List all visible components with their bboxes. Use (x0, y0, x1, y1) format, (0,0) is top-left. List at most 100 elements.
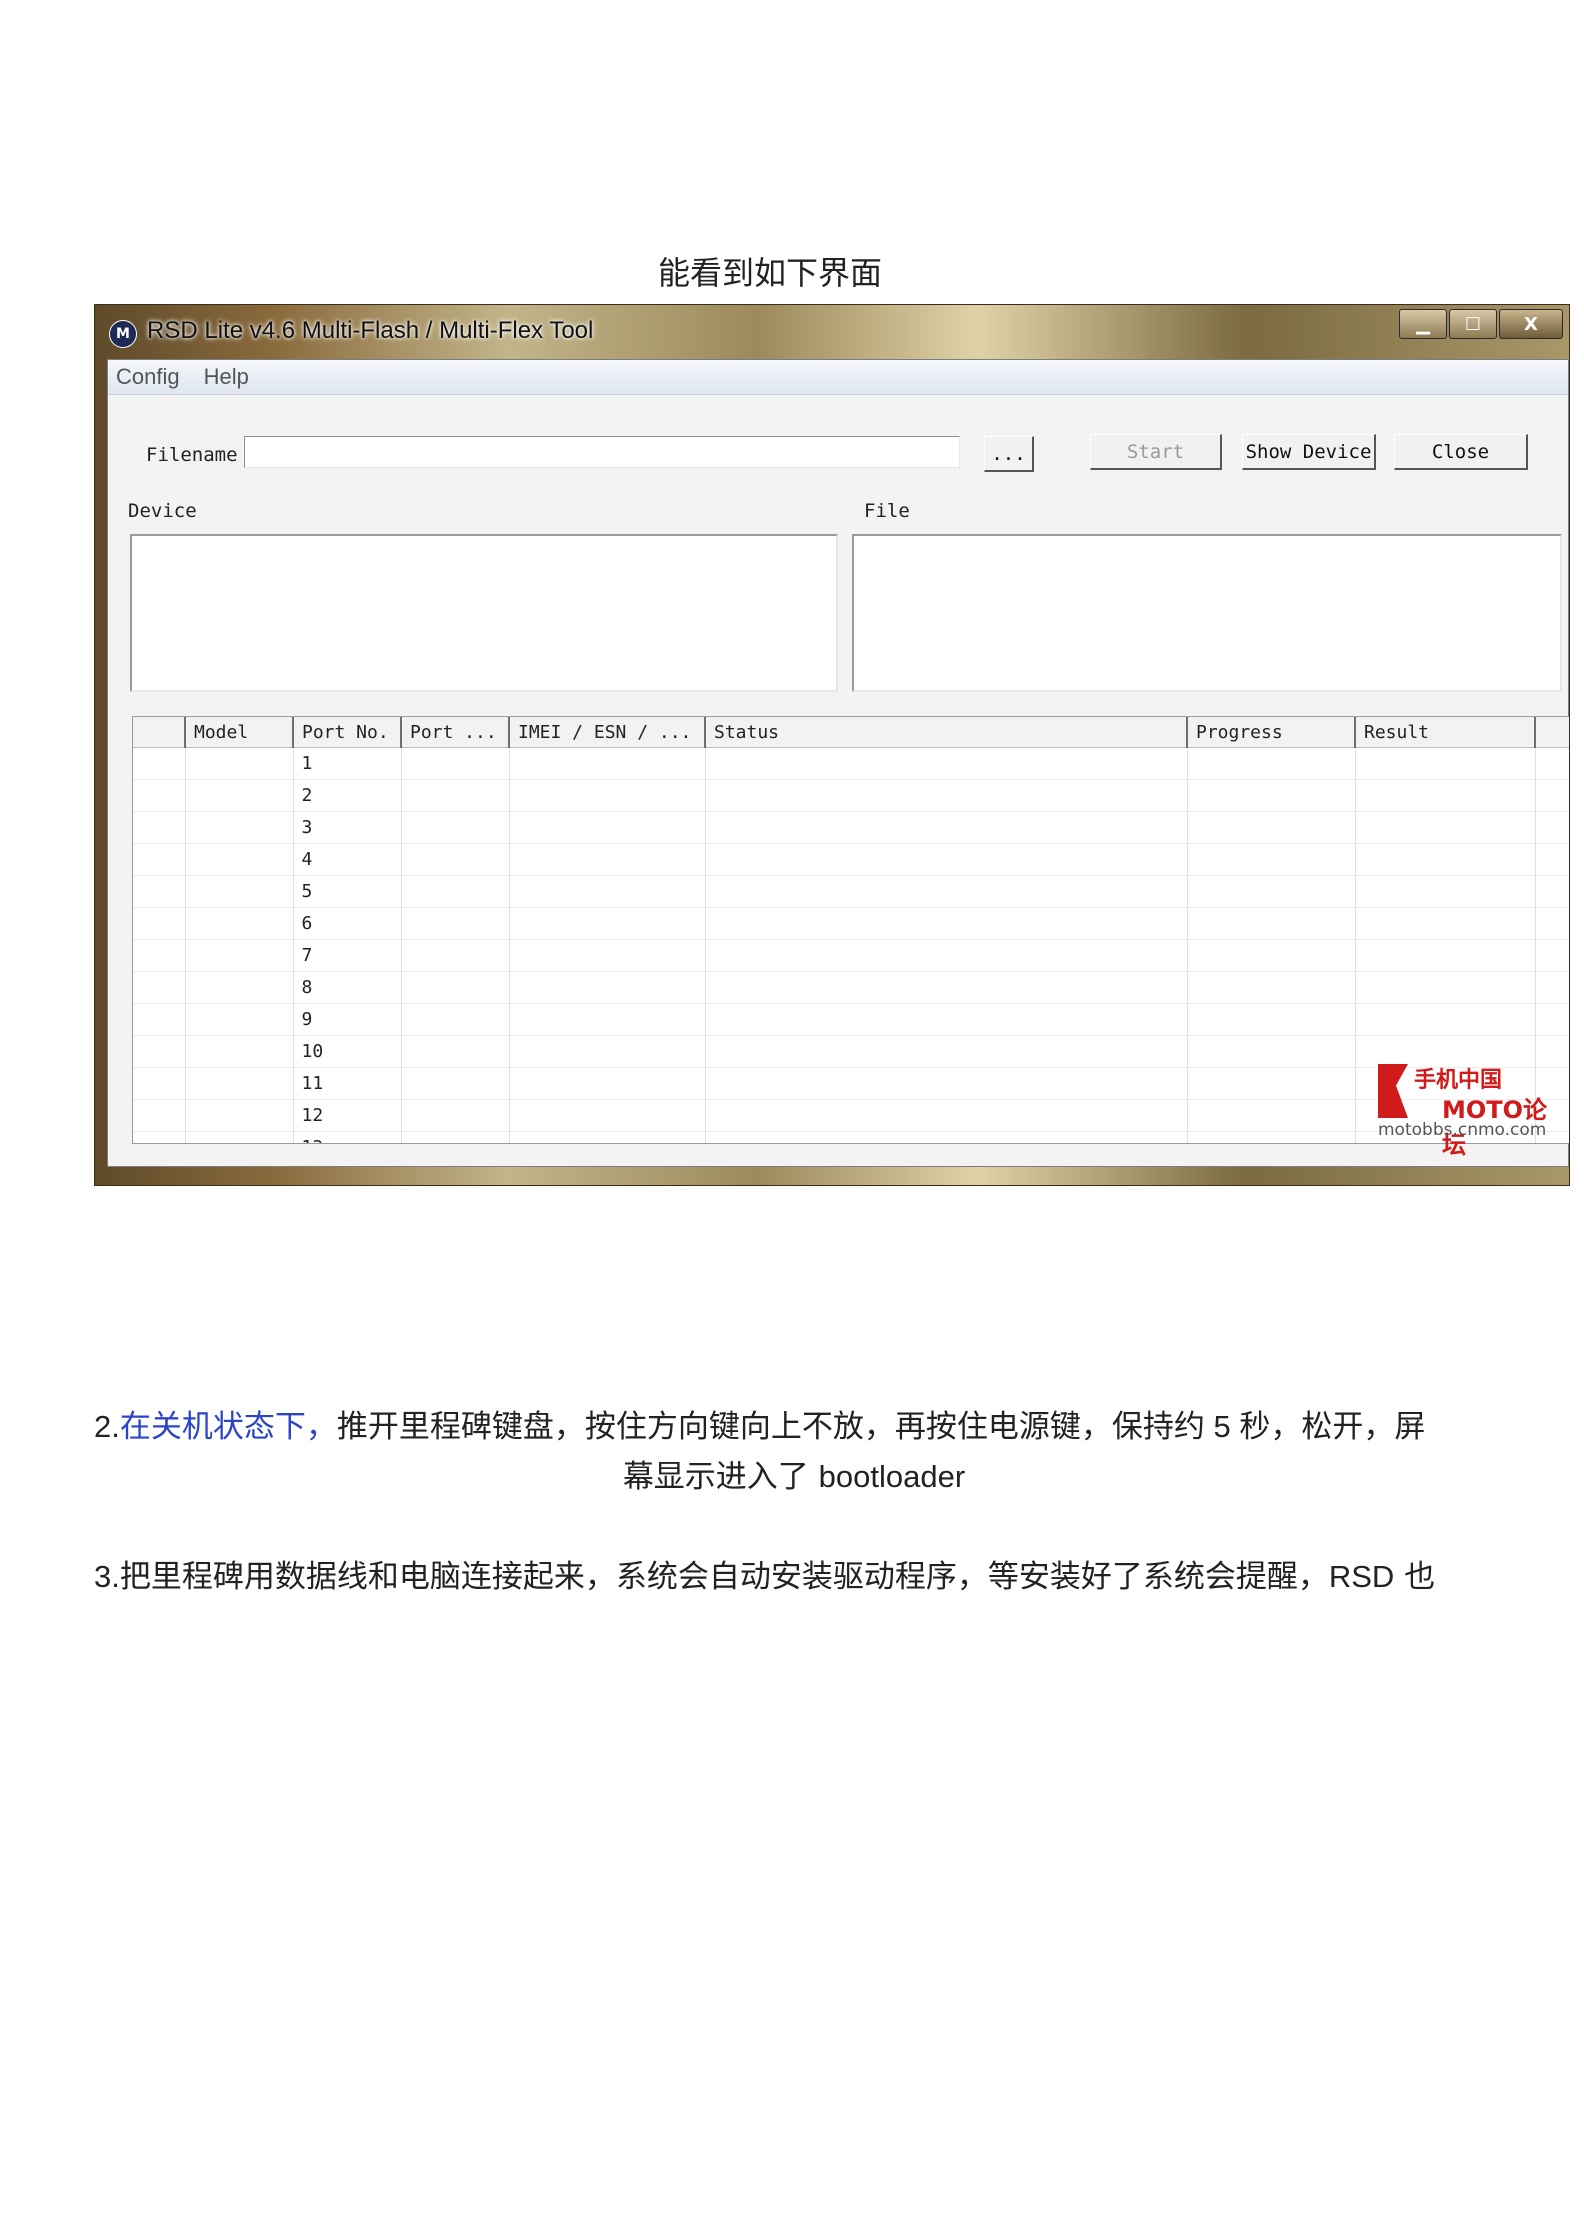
table-row[interactable]: 8 (133, 971, 1569, 1004)
rsd-lite-window-screenshot: M RSD Lite v4.6 Multi-Flash / Multi-Flex… (94, 304, 1570, 1186)
grid-cell (509, 1099, 706, 1132)
table-row[interactable]: 5 (133, 875, 1569, 908)
title-bar: M RSD Lite v4.6 Multi-Flash / Multi-Flex… (95, 305, 1569, 359)
table-row[interactable]: 2 (133, 779, 1569, 812)
grid-cell (705, 811, 1188, 844)
menu-config[interactable]: Config (116, 364, 180, 390)
grid-cell (509, 811, 706, 844)
grid-cell (185, 1003, 294, 1036)
grid-cell (1535, 971, 1569, 1004)
start-button[interactable]: Start (1090, 434, 1222, 470)
grid-cell (185, 747, 294, 780)
grid-cell (705, 747, 1188, 780)
grid-cell (133, 971, 186, 1004)
table-row[interactable]: 12 (133, 1099, 1569, 1132)
grid-cell (401, 1067, 510, 1100)
grid-cell (401, 747, 510, 780)
grid-cell (185, 1131, 294, 1143)
step-3-rsd: RSD (1328, 1559, 1395, 1594)
grid-cell (1187, 875, 1356, 908)
grid-cell (705, 1067, 1188, 1100)
file-panel[interactable] (852, 534, 1562, 692)
grid-cell (1187, 747, 1356, 780)
grid-cell (133, 1003, 186, 1036)
minimize-icon[interactable]: ▁ (1399, 309, 1447, 339)
port-number-cell: 10 (293, 1035, 402, 1068)
grid-cell (1187, 939, 1356, 972)
port-number-cell: 7 (293, 939, 402, 972)
filename-input[interactable] (244, 436, 960, 468)
menu-bar: Config Help (108, 360, 1568, 395)
table-row[interactable]: 11 (133, 1067, 1569, 1100)
grid-cell (509, 939, 706, 972)
device-label: Device (128, 500, 197, 522)
column-header-port-no[interactable]: Port No. (293, 717, 402, 748)
grid-cell (1535, 1003, 1569, 1036)
grid-cell (401, 1035, 510, 1068)
column-header[interactable] (133, 717, 186, 748)
close-button[interactable]: Close (1394, 434, 1528, 470)
table-row[interactable]: 3 (133, 811, 1569, 844)
column-header-result[interactable]: Result (1355, 717, 1536, 748)
grid-cell (133, 875, 186, 908)
cnmo-logo-icon (1378, 1064, 1408, 1118)
column-header-progress[interactable]: Progress (1187, 717, 1356, 748)
grid-cell (133, 779, 186, 812)
grid-cell (133, 939, 186, 972)
grid-cell (401, 875, 510, 908)
window-controls: ▁ ☐ X (1397, 309, 1563, 339)
table-row[interactable]: 10 (133, 1035, 1569, 1068)
grid-cell (185, 939, 294, 972)
port-number-cell: 13 (293, 1131, 402, 1143)
menu-help[interactable]: Help (204, 364, 249, 390)
column-header-model[interactable]: Model (185, 717, 294, 748)
grid-cell (705, 779, 1188, 812)
column-header-port[interactable]: Port ... (401, 717, 510, 748)
port-number-cell: 3 (293, 811, 402, 844)
column-header[interactable] (1535, 717, 1569, 748)
grid-cell (705, 843, 1188, 876)
grid-cell (401, 939, 510, 972)
grid-cell (509, 971, 706, 1004)
device-panel[interactable] (130, 534, 838, 692)
table-row[interactable]: 4 (133, 843, 1569, 876)
grid-cell (1187, 1067, 1356, 1100)
table-row[interactable]: 9 (133, 1003, 1569, 1036)
grid-cell (133, 1131, 186, 1143)
port-number-cell: 6 (293, 907, 402, 940)
grid-cell (185, 779, 294, 812)
step-number: 2. (94, 1409, 120, 1444)
port-number-cell: 4 (293, 843, 402, 876)
table-row[interactable]: 13 (133, 1131, 1569, 1143)
grid-cell (1355, 875, 1536, 908)
close-icon[interactable]: X (1499, 309, 1563, 339)
grid-cell (509, 1131, 706, 1143)
grid-cell (401, 1131, 510, 1143)
grid-header: Model Port No. Port ... IMEI / ESN / ...… (133, 717, 1569, 748)
grid-cell (401, 971, 510, 1004)
grid-cell (705, 875, 1188, 908)
table-row[interactable]: 1 (133, 747, 1569, 780)
grid-cell (509, 907, 706, 940)
grid-cell (705, 971, 1188, 1004)
column-header-status[interactable]: Status (705, 717, 1188, 748)
grid-cell (705, 1099, 1188, 1132)
step-2-text-end: 秒，松开，屏 (1239, 1409, 1426, 1445)
grid-cell (133, 907, 186, 940)
maximize-icon[interactable]: ☐ (1449, 309, 1497, 339)
grid-cell (705, 907, 1188, 940)
table-row[interactable]: 6 (133, 907, 1569, 940)
device-grid[interactable]: Model Port No. Port ... IMEI / ESN / ...… (132, 716, 1569, 1144)
port-number-cell: 12 (293, 1099, 402, 1132)
grid-cell (1355, 811, 1536, 844)
grid-cell (185, 1035, 294, 1068)
watermark: 手机中国 MOTO论坛 motobbs.cnmo.com (1378, 1060, 1568, 1159)
column-header-imei[interactable]: IMEI / ESN / ... (509, 717, 706, 748)
browse-button[interactable]: ... (984, 436, 1034, 472)
table-row[interactable]: 7 (133, 939, 1569, 972)
grid-cell (185, 843, 294, 876)
grid-cell (1535, 875, 1569, 908)
show-device-button[interactable]: Show Device (1242, 434, 1376, 470)
port-number-cell: 2 (293, 779, 402, 812)
grid-cell (509, 843, 706, 876)
